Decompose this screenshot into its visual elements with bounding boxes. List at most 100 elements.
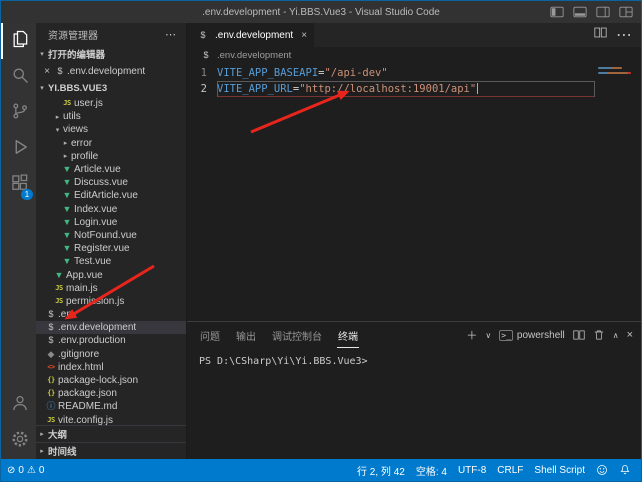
outline-label: 大纲 xyxy=(48,427,67,441)
activity-source-control-button[interactable] xyxy=(1,95,36,131)
kill-terminal-icon[interactable] xyxy=(593,329,605,341)
customize-layout-icon[interactable] xyxy=(619,6,633,18)
close-panel-icon[interactable]: × xyxy=(627,329,633,341)
code-line[interactable]: 1VITE_APP_BASEAPI="/api-dev" xyxy=(187,65,595,81)
tree-item[interactable]: ▼NotFound.vue xyxy=(36,229,186,242)
settings-button[interactable] xyxy=(1,423,36,459)
terminal-picker[interactable]: >_ powershell xyxy=(499,330,564,341)
git-icon: ◆ xyxy=(44,350,58,359)
tree-item[interactable]: ▼Register.vue xyxy=(36,242,186,255)
editor-more-actions-icon[interactable]: ⋯ xyxy=(616,25,632,45)
tree-item[interactable]: ▼App.vue xyxy=(36,268,186,281)
vue-icon: ▼ xyxy=(60,231,74,240)
activity-search-button[interactable] xyxy=(1,59,36,95)
close-icon[interactable]: × xyxy=(41,66,53,77)
chevron-right-icon: ▸ xyxy=(52,113,63,121)
accounts-button[interactable] xyxy=(1,387,36,423)
tree-item[interactable]: $.env xyxy=(36,308,186,321)
tree-item[interactable]: ▼Discuss.vue xyxy=(36,176,186,189)
eol-button[interactable]: CRLF xyxy=(497,465,523,476)
file-name: main.js xyxy=(66,283,98,294)
notifications-bell-icon[interactable] xyxy=(619,464,631,476)
panel-tab[interactable]: 终端 xyxy=(337,323,359,348)
tree-item[interactable]: JSmain.js xyxy=(36,282,186,295)
terminal-output[interactable]: PS D:\CSharp\Yi\Yi.BBS.Vue3> xyxy=(187,348,641,459)
tree-item[interactable]: JSpermission.js xyxy=(36,295,186,308)
env-icon: $ xyxy=(44,323,58,332)
tree-item[interactable]: ▼Login.vue xyxy=(36,216,186,229)
file-name: permission.js xyxy=(66,296,124,307)
maximize-panel-icon[interactable]: ∧ xyxy=(613,331,619,340)
code-line[interactable]: 2VITE_APP_URL="http://localhost:19001/ap… xyxy=(187,81,595,97)
minimap[interactable] xyxy=(595,63,641,321)
vue-icon: ▼ xyxy=(60,165,74,174)
breadcrumb[interactable]: $ .env.development xyxy=(187,47,641,63)
env-icon: $ xyxy=(53,67,67,76)
tree-item[interactable]: $.env.development xyxy=(36,321,186,334)
editor[interactable]: 1VITE_APP_BASEAPI="/api-dev"2VITE_APP_UR… xyxy=(187,63,641,321)
outline-section-header[interactable]: ▸ 大纲 xyxy=(36,425,186,442)
activity-explorer-button[interactable] xyxy=(1,23,36,59)
tree-folder[interactable]: ▸error xyxy=(36,137,186,150)
tree-folder[interactable]: ▾views xyxy=(36,123,186,136)
activity-run-debug-button[interactable] xyxy=(1,131,36,167)
toggle-secondary-sidebar-icon[interactable] xyxy=(596,6,610,18)
chevron-right-icon: ▸ xyxy=(36,430,48,438)
split-editor-icon[interactable] xyxy=(594,26,607,44)
error-icon: ⊘ xyxy=(7,465,15,476)
problems-button[interactable]: ⊘ 0 ⚠ 0 xyxy=(7,465,44,476)
tree-folder[interactable]: ▸utils xyxy=(36,110,186,123)
run-debug-icon xyxy=(10,137,30,162)
chevron-down-icon: ▾ xyxy=(52,126,63,134)
code-lines: 1VITE_APP_BASEAPI="/api-dev"2VITE_APP_UR… xyxy=(187,63,595,321)
tab-label: .env.development xyxy=(215,30,293,41)
tree-item[interactable]: <>index.html xyxy=(36,361,186,374)
language-mode-button[interactable]: Shell Script xyxy=(534,465,585,476)
cursor-position-button[interactable]: 行 2, 列 42 xyxy=(357,463,405,478)
tree-item[interactable]: JSuser.js xyxy=(36,97,186,110)
timeline-section-header[interactable]: ▸ 时间线 xyxy=(36,442,186,459)
tree-item[interactable]: ▼Index.vue xyxy=(36,203,186,216)
file-name: NotFound.vue xyxy=(74,230,137,241)
project-section-header[interactable]: ▾ YI.BBS.VUE3 xyxy=(36,79,186,97)
project-label: YI.BBS.VUE3 xyxy=(48,83,107,94)
vue-icon: ▼ xyxy=(60,257,74,266)
line-number: 2 xyxy=(187,81,217,97)
split-terminal-icon[interactable] xyxy=(573,329,585,341)
views-more-actions-icon[interactable]: ⋯ xyxy=(165,28,176,41)
tree-item[interactable]: JSvite.config.js xyxy=(36,414,186,426)
tree-item[interactable]: {}package.json xyxy=(36,387,186,400)
env-icon: $ xyxy=(44,336,58,345)
panel-tab[interactable]: 调试控制台 xyxy=(271,323,323,348)
indentation-button[interactable]: 空格: 4 xyxy=(416,463,447,478)
status-bar: ⊘ 0 ⚠ 0 行 2, 列 42 空格: 4 UTF-8 CRLF Shell… xyxy=(1,459,641,481)
open-editors-section-header[interactable]: ▾ 打开的编辑器 xyxy=(36,45,186,63)
tree-item[interactable]: $.env.production xyxy=(36,334,186,347)
activity-extensions-button[interactable]: 1 xyxy=(1,167,36,203)
panel-tab[interactable]: 输出 xyxy=(235,323,257,348)
toggle-sidebar-icon[interactable] xyxy=(550,6,564,18)
json-icon: {} xyxy=(44,377,58,384)
new-terminal-icon[interactable]: ＋ xyxy=(466,327,477,343)
explorer-icon xyxy=(10,29,30,54)
tree-folder[interactable]: ▸profile xyxy=(36,150,186,163)
gear-icon xyxy=(10,429,30,454)
tab-env-development[interactable]: $ .env.development × xyxy=(187,23,314,47)
tree-item[interactable]: ⓘREADME.md xyxy=(36,400,186,413)
tree-item[interactable]: ▼EditArticle.vue xyxy=(36,189,186,202)
feedback-smiley-icon[interactable] xyxy=(596,464,608,476)
open-editor-item[interactable]: ×$.env.development xyxy=(36,63,186,79)
toggle-panel-icon[interactable] xyxy=(573,6,587,18)
encoding-button[interactable]: UTF-8 xyxy=(458,465,486,476)
folder-name: profile xyxy=(71,151,98,162)
terminal-dropdown-chevron-icon[interactable]: ∨ xyxy=(485,331,491,340)
tree-item[interactable]: ▼Article.vue xyxy=(36,163,186,176)
panel-tab[interactable]: 问题 xyxy=(199,323,221,348)
open-editors-label: 打开的编辑器 xyxy=(48,47,105,61)
tree-item[interactable]: {}package-lock.json xyxy=(36,374,186,387)
tree-item[interactable]: ▼Test.vue xyxy=(36,255,186,268)
close-icon[interactable]: × xyxy=(301,30,307,41)
file-name: package.json xyxy=(58,388,117,399)
tree-item[interactable]: ◆.gitignore xyxy=(36,348,186,361)
source-control-icon xyxy=(10,101,30,126)
